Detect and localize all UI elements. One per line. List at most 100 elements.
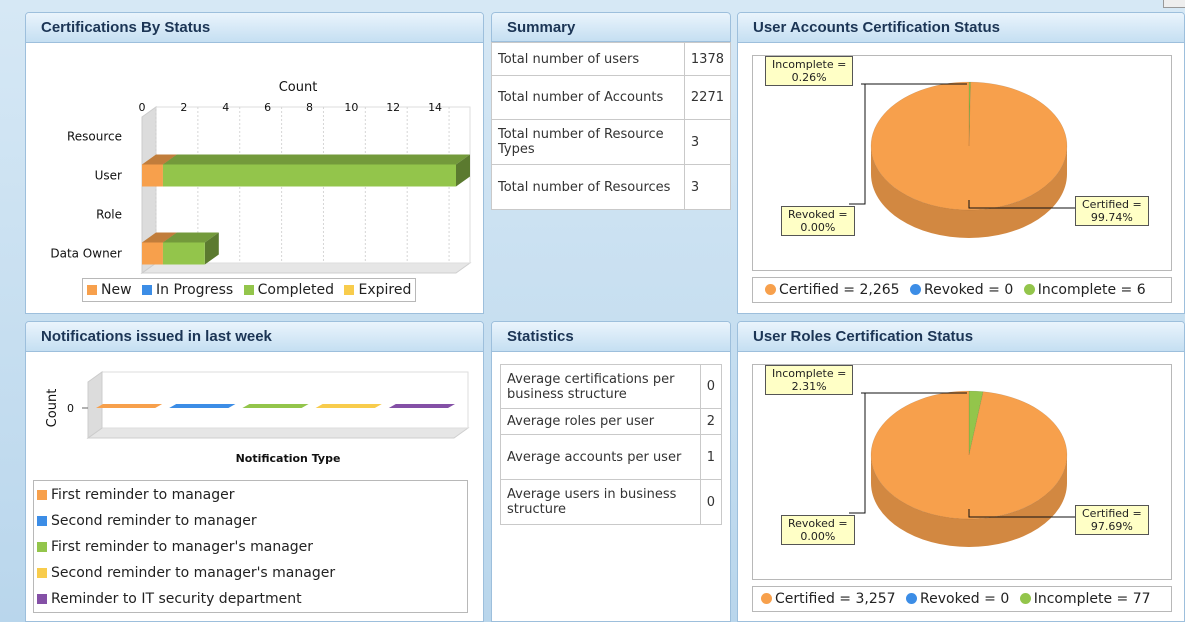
legend-swatch (37, 568, 47, 578)
user-accounts-pie-legend: Certified = 2,265 Revoked = 0 Incomplete… (752, 277, 1172, 303)
legend-item-incomplete: Incomplete = 6 (1023, 282, 1146, 298)
bar (142, 242, 163, 265)
legend-dot-revoked (910, 284, 922, 295)
user-accounts-pie-area: Incomplete = 0.26% Revoked = 0.00% Certi… (752, 55, 1172, 271)
tick-label: 10 (344, 101, 358, 114)
summary-panel: Summary Total number of users 1378 Total … (491, 12, 731, 314)
legend-dot-certified (765, 284, 776, 295)
legend-item: First reminder to manager's manager (34, 534, 467, 560)
legend-item: First reminder to manager (34, 482, 467, 508)
summary-value: 3 (683, 164, 731, 210)
legend-swatch-expired (344, 285, 355, 295)
legend-item: Second reminder to manager (34, 508, 467, 534)
legend-label: New (101, 282, 132, 298)
chart-floor (86, 427, 470, 439)
summary-label: Total number of users (491, 42, 685, 76)
category-label: User (95, 169, 122, 183)
legend-item-certified: Certified = 2,265 (765, 282, 900, 298)
summary-value: 1378 (683, 42, 731, 76)
chart-left-wall (87, 371, 103, 439)
stat-value: 0 (699, 479, 723, 525)
legend-item-revoked: Revoked = 0 (906, 591, 1009, 607)
user-roles-pie-area: Incomplete = 2.31% Revoked = 0.00% Certi… (752, 364, 1172, 580)
table-row: Total number of Accounts 2271 (491, 75, 731, 120)
tick-label: 12 (386, 101, 400, 114)
summary-value: 2271 (683, 75, 731, 120)
table-row: Average roles per user 2 (500, 408, 723, 435)
legend-swatch-completed (243, 285, 254, 295)
scrollbar-corner (1163, 0, 1185, 8)
stat-label: Average accounts per user (500, 434, 701, 480)
bar (242, 404, 309, 408)
tick-label: 8 (306, 101, 313, 114)
y-axis-label: Count (45, 389, 60, 428)
summary-label: Total number of Resource Types (491, 119, 685, 165)
table-row: Total number of users 1378 (491, 42, 731, 76)
x-axis-label: Count (279, 80, 318, 95)
stat-value: 0 (699, 364, 723, 409)
legend-item-revoked: Revoked = 0 (910, 282, 1013, 298)
legend-label: First reminder to manager (51, 487, 235, 503)
legend-label: First reminder to manager's manager (51, 539, 314, 555)
bar (315, 404, 382, 408)
legend-swatch (37, 490, 47, 500)
summary-value: 3 (683, 119, 731, 165)
certifications-legend: New In Progress Completed Expired (82, 278, 417, 302)
pie-slice (870, 81, 1068, 211)
legend-label: Revoked = 0 (920, 591, 1010, 607)
callout-revoked: Revoked = 0.00% (781, 515, 855, 545)
user-roles-certification-panel: User Roles Certification Status Incomple… (737, 321, 1185, 622)
tick-label: 14 (428, 101, 442, 114)
user-roles-pie-legend: Certified = 3,257 Revoked = 0 Incomplete… (752, 586, 1172, 612)
legend-label: Incomplete = 77 (1033, 591, 1151, 607)
certifications-by-status-panel: Certifications By Status 0 2 4 6 8 10 12 14 Coun… (25, 12, 484, 314)
legend-swatch (37, 516, 47, 526)
panel-title: Summary (491, 12, 731, 42)
bar (169, 404, 236, 408)
category-label: Data Owner (50, 247, 122, 261)
stat-label: Average certifications per business stru… (500, 364, 701, 409)
chart-back-wall (101, 371, 469, 429)
panel-title: User Roles Certification Status (738, 322, 1184, 352)
category-label: Resource (67, 130, 122, 144)
statistics-table: Average certifications per business stru… (500, 364, 723, 525)
bar (388, 404, 455, 408)
legend-label: Second reminder to manager (51, 513, 257, 529)
legend-label: In Progress (156, 282, 234, 298)
legend-dot-incomplete (1019, 593, 1031, 604)
leader-line (849, 392, 866, 514)
callout-certified: Certified = 99.74% (1075, 196, 1149, 226)
bar (162, 164, 456, 187)
bar (142, 164, 163, 187)
legend-label: Certified = 3,257 (775, 591, 896, 607)
table-row: Average accounts per user 1 (500, 434, 723, 480)
stat-label: Average users in business structure (500, 479, 701, 525)
legend-dot-incomplete (1023, 284, 1035, 295)
table-row: Average certifications per business stru… (500, 364, 723, 409)
category-label: Role (96, 208, 122, 222)
table-row: Average users in business structure 0 (500, 479, 723, 525)
panel-title: User Accounts Certification Status (738, 13, 1184, 43)
user-accounts-certification-panel: User Accounts Certification Status Incom… (737, 12, 1185, 314)
legend-swatch-in-progress (142, 285, 152, 295)
legend-label: Certified = 2,265 (779, 282, 900, 298)
callout-certified: Certified = 97.69% (1075, 505, 1149, 535)
notifications-bar-chart: 0 Count Notification Type (45, 371, 470, 465)
bar (162, 242, 205, 265)
legend-swatch (37, 594, 47, 604)
legend-label: Expired (358, 282, 412, 298)
notifications-legend: First reminder to manager Second reminde… (33, 480, 468, 613)
notifications-panel: Notifications issued in last week 0 Count… (25, 321, 484, 622)
legend-item-expired: Expired (344, 282, 411, 298)
tick-label: 0 (67, 402, 74, 415)
tick-label: 6 (264, 101, 271, 114)
legend-swatch (37, 542, 47, 552)
bar-top (162, 154, 470, 165)
summary-table: Total number of users 1378 Total number o… (491, 42, 731, 210)
legend-label: Second reminder to manager's manager (51, 565, 336, 581)
legend-item-new: New (87, 282, 132, 298)
summary-label: Total number of Accounts (491, 75, 685, 120)
stat-label: Average roles per user (500, 408, 701, 435)
user-accounts-pie-chart (849, 81, 1075, 238)
callout-incomplete: Incomplete = 0.26% (765, 56, 854, 86)
